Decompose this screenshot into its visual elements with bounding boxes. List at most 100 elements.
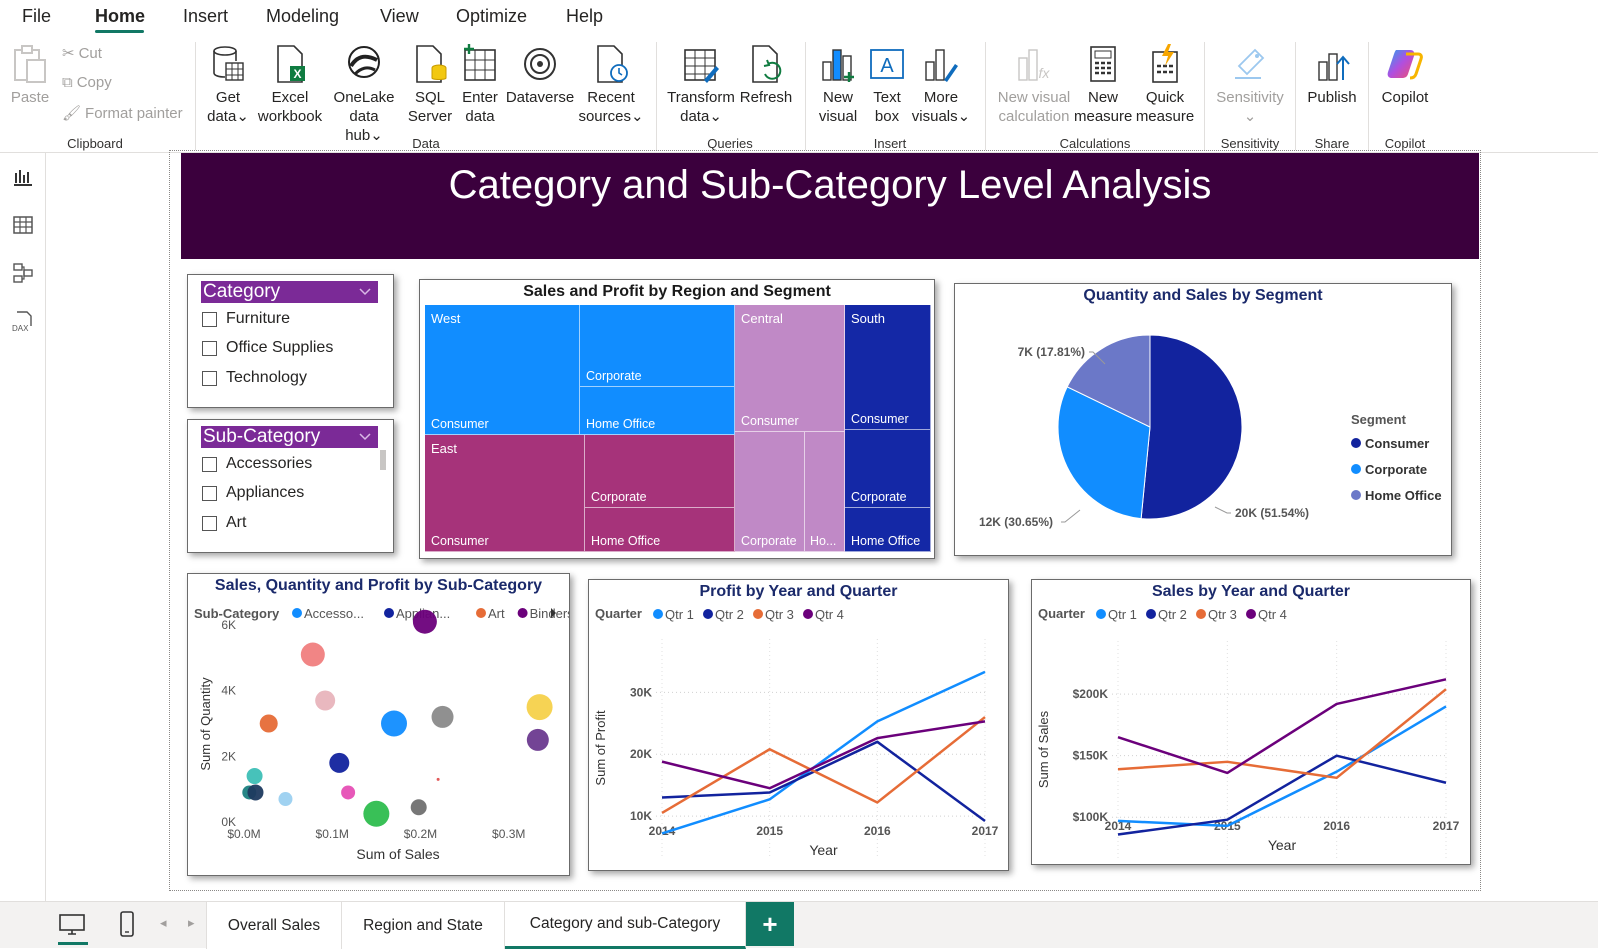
sql-server-button[interactable]: SQL Server — [405, 44, 455, 126]
menu-home[interactable]: Home — [95, 6, 145, 27]
checkbox[interactable] — [202, 370, 217, 386]
treemap-tile-south-consumer[interactable]: South Consumer — [845, 305, 931, 430]
slicer-option[interactable]: Technology — [202, 369, 307, 387]
page-tab-category-and-sub-category[interactable]: Category and sub-Category — [505, 902, 746, 949]
recent-sources-button[interactable]: Recent sources⌄ — [578, 44, 644, 126]
copilot-label: Copilot — [1381, 89, 1429, 106]
legend-item: Home Office — [1365, 488, 1442, 503]
treemap-tile-central-consumer[interactable]: Central Consumer — [735, 305, 845, 432]
treemap-tile-west-home-office[interactable]: Home Office — [580, 387, 735, 435]
slicer-option[interactable]: Furniture — [202, 310, 290, 328]
checkbox[interactable] — [202, 311, 217, 327]
refresh-button[interactable]: Refresh — [738, 44, 794, 107]
treemap-tile-south-corporate[interactable]: Corporate — [845, 430, 931, 508]
legend-marker — [1096, 609, 1106, 619]
slicer-scrollbar[interactable] — [380, 450, 386, 470]
mobile-layout-icon[interactable] — [118, 910, 136, 938]
slicer-option[interactable]: Accessories — [202, 455, 312, 473]
y-tick-label: 4K — [221, 684, 236, 698]
excel-workbook-button[interactable]: X Excel workbook — [256, 44, 324, 126]
treemap-tile-central-corporate[interactable]: Corporate — [735, 432, 805, 552]
new-measure-button[interactable]: New measure — [1074, 44, 1132, 126]
menu-insert[interactable]: Insert — [183, 6, 228, 27]
enter-data-button[interactable]: Enter data — [457, 44, 503, 126]
scatter-point — [410, 799, 427, 816]
treemap-tile-east-corporate[interactable]: Corporate — [585, 435, 735, 508]
segment-label: Consumer — [851, 412, 909, 426]
slicer-header[interactable]: Sub-Category — [201, 426, 378, 448]
copy-button[interactable]: ⧉ Copy — [62, 74, 112, 91]
checkbox[interactable] — [202, 485, 217, 501]
page-tab-region-and-state[interactable]: Region and State — [342, 902, 505, 949]
menu-help[interactable]: Help — [566, 6, 603, 27]
legend-item: Qtr 4 — [1258, 607, 1287, 622]
treemap-tile-east-home-office[interactable]: Home Office — [585, 508, 735, 552]
series-line — [1117, 688, 1447, 780]
treemap-tile-central-home-office[interactable]: Ho... — [805, 432, 845, 552]
table-view-icon[interactable] — [11, 213, 35, 237]
legend-item: Qtr 2 — [1158, 607, 1187, 622]
treemap-tile-south-home-office[interactable]: Home Office — [845, 508, 931, 552]
ribbon-separator — [1295, 42, 1296, 150]
menu-optimize[interactable]: Optimize — [456, 6, 527, 27]
transform-data-button[interactable]: Transform data⌄ — [665, 44, 737, 126]
clipboard-group-label: Clipboard — [67, 136, 123, 151]
model-view-icon[interactable] — [11, 261, 35, 285]
scatter-point — [526, 694, 553, 721]
table-plus-icon — [464, 44, 496, 81]
copilot-icon — [1387, 50, 1423, 80]
dataverse-button[interactable]: Dataverse — [505, 44, 575, 107]
sensitivity-button[interactable]: Sensitivity ⌄ — [1212, 44, 1288, 126]
slicer-option[interactable]: Art — [202, 514, 246, 532]
sql-label-1: SQL — [414, 89, 445, 106]
menu-view[interactable]: View — [380, 6, 419, 27]
report-view-icon[interactable] — [11, 165, 35, 189]
treemap-tile-east-consumer[interactable]: East Consumer — [425, 435, 585, 552]
add-page-button[interactable]: + — [746, 902, 794, 946]
cut-button[interactable]: ✂ Cut — [62, 44, 102, 63]
segment-label: Corporate — [741, 534, 797, 548]
chevron-left-icon[interactable]: ◂ — [160, 915, 167, 931]
publish-button[interactable]: Publish — [1303, 44, 1361, 107]
copilot-button[interactable]: Copilot — [1376, 44, 1434, 107]
legend-title: Sub-Category — [194, 606, 280, 621]
profit-line-visual: Profit by Year and Quarter Quarter Qtr 1 Q… — [588, 579, 1009, 871]
checkbox[interactable] — [202, 340, 217, 356]
checkbox[interactable] — [202, 456, 217, 472]
page-tabs-bar: ◂ ▸ Overall Sales Region and State Categ… — [0, 901, 1598, 949]
page-tab-overall-sales[interactable]: Overall Sales — [206, 902, 342, 949]
paste-button[interactable]: Paste — [10, 44, 50, 107]
dax-query-view-icon[interactable]: DAX — [11, 309, 35, 333]
option-label: Art — [226, 514, 247, 531]
chevron-down-icon[interactable] — [358, 429, 372, 443]
slicer-option[interactable]: Appliances — [202, 484, 304, 502]
slicer-header[interactable]: Category — [201, 281, 378, 303]
new-visual-button[interactable]: New visual — [813, 44, 863, 126]
get-data-button[interactable]: Get data⌄ — [203, 44, 253, 126]
more-visuals-label-2: visuals — [911, 108, 958, 125]
treemap-tile-west-corporate[interactable]: Corporate — [580, 305, 735, 387]
chevron-right-icon[interactable]: ▸ — [188, 915, 195, 931]
quick-measure-button[interactable]: Quick measure — [1133, 44, 1197, 126]
visual-title: Sales, Quantity and Profit by Sub-Catego… — [214, 577, 543, 594]
new-visual-calculation-button[interactable]: fx New visual calculation — [992, 44, 1076, 126]
text-box-button[interactable]: A Text box — [865, 44, 909, 126]
segment-label: Home Office — [591, 534, 661, 548]
visual-title: Quantity and Sales by Segment — [1083, 287, 1323, 304]
option-label: Office Supplies — [226, 339, 334, 356]
treemap-tile-west-consumer[interactable]: West Consumer — [425, 305, 580, 435]
chevron-down-icon[interactable] — [358, 284, 372, 298]
ribbon-separator — [985, 42, 986, 150]
transform-label-2: data — [680, 108, 710, 125]
new-visual-label-1: New — [822, 89, 853, 106]
desktop-layout-icon[interactable] — [58, 912, 86, 938]
menu-file[interactable]: File — [22, 6, 51, 27]
slicer-option[interactable]: Office Supplies — [202, 339, 333, 357]
format-painter-button[interactable]: 🖌 Format painter — [62, 104, 183, 123]
menu-modeling[interactable]: Modeling — [266, 6, 339, 27]
more-visuals-button[interactable]: More visuals⌄ — [911, 44, 971, 126]
checkbox[interactable] — [202, 515, 217, 531]
onelake-button[interactable]: OneLake data hub⌄ — [330, 44, 398, 145]
data-group-label: Data — [412, 136, 440, 151]
quick-measure-icon — [1152, 44, 1178, 83]
